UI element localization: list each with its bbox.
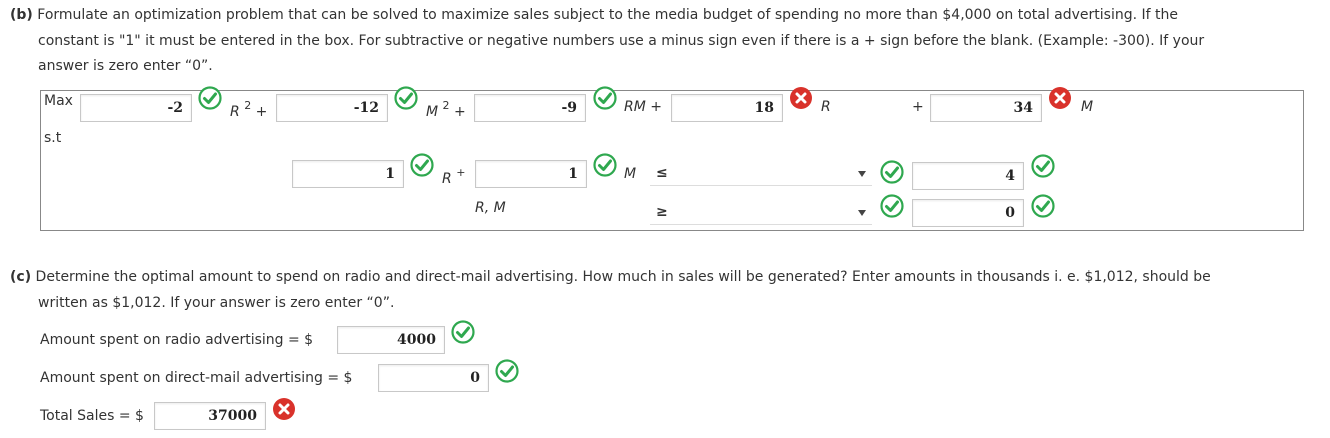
objective-coef-r-input[interactable]: 18	[671, 94, 783, 122]
correct-check-icon	[451, 320, 475, 344]
term-m: M	[1081, 99, 1094, 115]
radio-amount-input[interactable]: 4000	[337, 326, 445, 354]
incorrect-x-icon	[272, 397, 296, 421]
correct-check-icon	[593, 86, 617, 110]
chevron-down-icon	[858, 171, 866, 177]
term-m-squared: M 2 +	[426, 99, 466, 120]
correct-check-icon	[410, 153, 434, 177]
correct-check-icon	[593, 153, 617, 177]
correct-check-icon	[1031, 194, 1055, 218]
part-c-label: (c)	[10, 269, 32, 285]
part-c-text-line1: Determine the optimal amount to spend on…	[31, 269, 1211, 285]
constraint1-r-coef-input[interactable]: 1	[292, 160, 404, 188]
incorrect-x-icon	[1048, 86, 1072, 110]
objective-coef-m-input[interactable]: 34	[930, 94, 1042, 122]
term-rm: RM +	[624, 99, 662, 115]
constraint1-relation-select[interactable]: ≤	[650, 164, 872, 186]
constraint1-rhs-input[interactable]: 4	[912, 162, 1024, 190]
correct-check-icon	[198, 86, 222, 110]
correct-check-icon	[394, 86, 418, 110]
part-b-text-line3: answer is zero enter “0”.	[38, 58, 213, 75]
constraint2-rhs-input[interactable]: 0	[912, 199, 1024, 227]
part-b-text-line2: constant is "1" it must be entered in th…	[38, 32, 1205, 49]
constraint1-m-coef-input[interactable]: 1	[475, 160, 587, 188]
term-r-squared: R 2 +	[230, 99, 268, 120]
objective-coef-rm-input[interactable]: -9	[474, 94, 586, 122]
direct-mail-amount-input[interactable]: 0	[378, 364, 489, 392]
total-sales-input[interactable]: 37000	[154, 402, 266, 430]
objective-coef-m2-input[interactable]: -12	[276, 94, 388, 122]
correct-check-icon	[1031, 154, 1055, 178]
term-r: R	[821, 99, 831, 115]
correct-check-icon	[880, 160, 904, 184]
incorrect-x-icon	[789, 86, 813, 110]
part-b-label: (b)	[10, 7, 33, 23]
total-sales-label: Total Sales = $	[40, 408, 144, 424]
chevron-down-icon	[858, 210, 866, 216]
part-b-text-line1: Formulate an optimization problem that c…	[32, 7, 1178, 23]
max-label: Max	[44, 93, 73, 109]
constraint1-r-term: R +	[442, 166, 466, 187]
constraint1-m-term: M	[624, 166, 637, 182]
plus-sign: +	[912, 99, 924, 115]
st-label: s.t	[44, 130, 62, 146]
correct-check-icon	[495, 359, 519, 383]
part-c-question: (c) Determine the optimal amount to spen…	[10, 265, 1320, 316]
correct-check-icon	[880, 194, 904, 218]
radio-amount-label: Amount spent on radio advertising = $	[40, 332, 314, 348]
direct-mail-amount-label: Amount spent on direct-mail advertising …	[40, 370, 353, 386]
part-b-question: (b) Formulate an optimization problem th…	[10, 3, 1320, 80]
objective-coef-r2-input[interactable]: -2	[80, 94, 192, 122]
part-c-text-line2: written as $1,012. If your answer is zer…	[38, 294, 395, 311]
nonnegativity-vars: R, M	[475, 200, 506, 216]
constraint2-relation-select[interactable]: ≥	[650, 203, 872, 225]
